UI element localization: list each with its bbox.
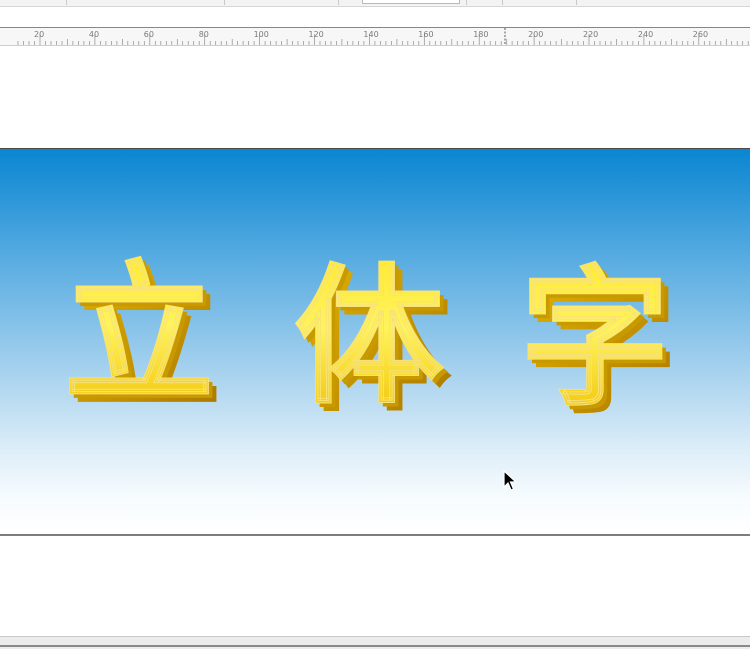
toolbar-separator xyxy=(224,0,225,5)
toolbar-input-field[interactable] xyxy=(362,0,460,4)
page-boundary xyxy=(0,645,750,647)
ruler-label: 120 xyxy=(309,30,324,39)
ruler-label: 80 xyxy=(199,30,209,39)
status-bar xyxy=(0,636,750,649)
ruler-label: 180 xyxy=(473,30,488,39)
ruler-label: 200 xyxy=(528,30,543,39)
ruler-label: 160 xyxy=(418,30,433,39)
banner-rectangle[interactable]: 立 体 字 立 体 字 立 体 字 xyxy=(0,148,750,536)
horizontal-ruler[interactable]: 20 40 60 80 100 120 140 160 180 200 220 240 260 xyxy=(0,28,750,46)
ruler-label: 40 xyxy=(89,30,99,39)
mouse-pointer-icon xyxy=(503,470,517,491)
ruler-label: 100 xyxy=(254,30,269,39)
ruler-label: 220 xyxy=(583,30,598,39)
vector-editor-window: 20 40 60 80 100 120 140 160 180 200 220 240 260 xyxy=(0,0,750,649)
toolbar-separator xyxy=(466,0,467,5)
ruler-label: 60 xyxy=(144,30,154,39)
ruler-ticks: 20 40 60 80 100 120 140 160 180 200 220 240 260 xyxy=(17,28,749,45)
char-li[interactable]: 立 xyxy=(64,246,215,423)
toolbar-separator xyxy=(66,0,67,5)
toolbar-separator xyxy=(338,0,339,5)
toolbar-separator xyxy=(502,0,503,5)
document-tab-area xyxy=(0,7,750,27)
ruler-label: 20 xyxy=(34,30,44,39)
char-ti[interactable]: 体 xyxy=(294,249,445,426)
ruler-label: 140 xyxy=(363,30,378,39)
char-zi[interactable]: 字 xyxy=(520,251,671,428)
property-toolbar xyxy=(0,0,750,7)
3d-text-artwork[interactable]: 立 体 字 立 体 字 立 体 字 xyxy=(0,149,750,534)
toolbar-separator xyxy=(576,0,577,5)
ruler-label: 240 xyxy=(638,30,653,39)
ruler-label: 260 xyxy=(693,30,708,39)
drawing-canvas[interactable]: 立 体 字 立 体 字 立 体 字 xyxy=(0,46,750,636)
